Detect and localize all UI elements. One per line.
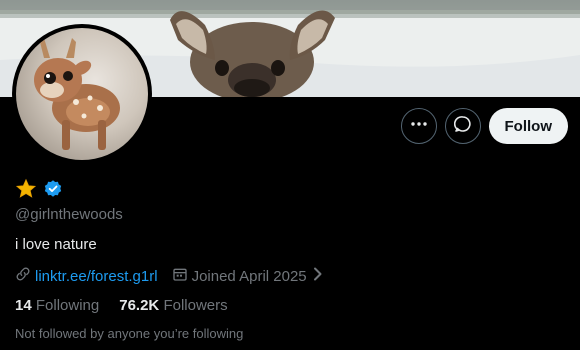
profile-handle: @girlnthewoods	[15, 206, 123, 223]
follow-button[interactable]: Follow	[488, 108, 568, 144]
followers-label: Followers	[163, 297, 228, 314]
calendar-icon	[172, 266, 188, 286]
profile-bio: i love nature	[15, 236, 97, 253]
chevron-right-icon[interactable]	[313, 267, 323, 285]
more-button[interactable]	[400, 108, 437, 144]
followers-count: 76.2K	[119, 297, 160, 314]
following-stat[interactable]: 14 Following	[15, 297, 99, 314]
profile-meta: linktr.ee/forest.g1rl Joined April 2025	[15, 266, 323, 286]
following-label: Following	[35, 297, 100, 314]
profile-link[interactable]: linktr.ee/forest.g1rl	[35, 268, 158, 285]
link-icon	[15, 266, 31, 286]
joined-date: Joined April 2025	[191, 267, 307, 285]
following-count: 14	[15, 297, 32, 314]
more-horizontal-icon	[410, 115, 428, 138]
message-button[interactable]	[444, 108, 481, 144]
avatar-frame[interactable]	[12, 24, 152, 164]
avatar[interactable]	[16, 28, 148, 160]
star-emoji-icon	[15, 178, 37, 205]
followers-stat[interactable]: 76.2K Followers	[119, 297, 227, 314]
not-followed-note: Not followed by anyone you’re following	[15, 326, 244, 341]
display-name-row	[15, 178, 63, 205]
profile-actions: Follow	[400, 108, 568, 144]
verified-badge-icon[interactable]	[43, 179, 63, 204]
profile-stats: 14 Following 76.2K Followers	[15, 297, 228, 314]
message-bubble-icon	[453, 115, 472, 138]
